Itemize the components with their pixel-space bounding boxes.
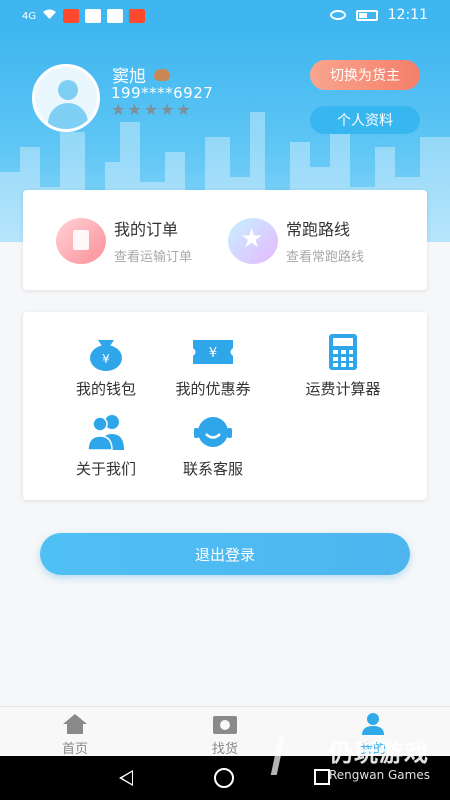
watermark-logo-icon [270, 735, 326, 775]
status-bar: 4G 12:11 [0, 0, 450, 32]
app-icon-2 [85, 9, 102, 23]
avatar-body-shape [48, 103, 88, 129]
star-icon: ★ [160, 100, 175, 119]
wifi-icon [42, 8, 57, 24]
my-orders-item[interactable]: 我的订单 查看运输订单 [56, 216, 192, 265]
watermark: 仍玩游戏 Rengwan Games [270, 733, 430, 782]
my-orders-subtitle: 查看运输订单 [114, 250, 193, 265]
coupon-icon: ¥ [191, 332, 235, 372]
watermark-main: 仍玩游戏 [329, 739, 429, 767]
logout-button[interactable]: 退出登录 [40, 533, 410, 575]
eye-icon [329, 10, 346, 20]
calculator-item[interactable]: 运费计算器 [288, 332, 398, 399]
find-goods-icon [212, 713, 238, 735]
order-icon [56, 217, 106, 264]
coupon-label: 我的优惠券 [175, 380, 251, 398]
app-icon-1 [63, 9, 80, 23]
star-icon: ★ [176, 100, 191, 119]
back-icon[interactable] [119, 770, 133, 786]
coupon-item[interactable]: ¥ 我的优惠券 [158, 332, 268, 399]
app-icon-3 [107, 9, 124, 23]
about-us-label: 关于我们 [75, 460, 136, 478]
my-orders-title: 我的订单 [114, 220, 179, 239]
star-glyph: ★ [240, 223, 264, 254]
avatar[interactable] [32, 64, 100, 132]
personal-info-button[interactable]: 个人资料 [310, 106, 420, 134]
calculator-label: 运费计算器 [305, 380, 381, 398]
about-us-icon [84, 412, 128, 452]
status-right: 12:11 [329, 7, 428, 23]
avatar-head-shape [58, 80, 78, 100]
wallet-icon: ¥ [84, 332, 128, 372]
customer-service-label: 联系客服 [182, 460, 243, 478]
my-orders-text: 我的订单 查看运输订单 [114, 216, 192, 265]
home-circle-icon[interactable] [214, 768, 234, 788]
frequent-routes-subtitle: 查看常跑路线 [286, 250, 365, 265]
status-left: 4G [22, 8, 146, 24]
wallet-label: 我的钱包 [75, 380, 136, 398]
menu-grid-card: ¥ 我的钱包 ¥ 我的优惠券 运费计算器 关于我们 联系客服 [23, 312, 427, 500]
star-icon: ★ [127, 100, 142, 119]
tab-find-goods-label: 找货 [211, 742, 238, 757]
battery-icon [355, 9, 378, 21]
home-icon [62, 713, 88, 735]
tab-find-goods[interactable]: 找货 [180, 713, 270, 757]
frequent-routes-item[interactable]: ★ 常跑路线 查看常跑路线 [228, 216, 364, 265]
customer-service-icon [191, 412, 235, 452]
frequent-routes-text: 常跑路线 查看常跑路线 [286, 216, 364, 265]
star-icon: ★ [143, 100, 159, 119]
frequent-routes-title: 常跑路线 [286, 220, 351, 239]
tab-home[interactable]: 首页 [30, 713, 120, 757]
signal-label: 4G [22, 10, 37, 22]
star-icon: ★ [228, 217, 278, 264]
status-time: 12:11 [387, 7, 428, 23]
wallet-item[interactable]: ¥ 我的钱包 [51, 332, 161, 399]
app-icon-4 [129, 9, 146, 23]
vip-badge-icon [154, 68, 170, 81]
rating-stars: ★ ★ ★ ★ ★ [111, 100, 191, 119]
clipboard-shape [73, 229, 89, 250]
svg-text:¥: ¥ [209, 346, 217, 361]
customer-service-item[interactable]: 联系客服 [158, 412, 268, 479]
watermark-sub: Rengwan Games [329, 768, 430, 782]
tab-home-label: 首页 [61, 742, 88, 757]
quick-actions-card: 我的订单 查看运输订单 ★ 常跑路线 查看常跑路线 [23, 190, 427, 290]
calculator-icon [321, 332, 365, 372]
svg-text:¥: ¥ [102, 352, 110, 366]
star-icon: ★ [111, 100, 126, 119]
switch-role-button[interactable]: 切换为货主 [310, 60, 420, 90]
about-us-item[interactable]: 关于我们 [51, 412, 161, 479]
person-icon [360, 713, 386, 735]
